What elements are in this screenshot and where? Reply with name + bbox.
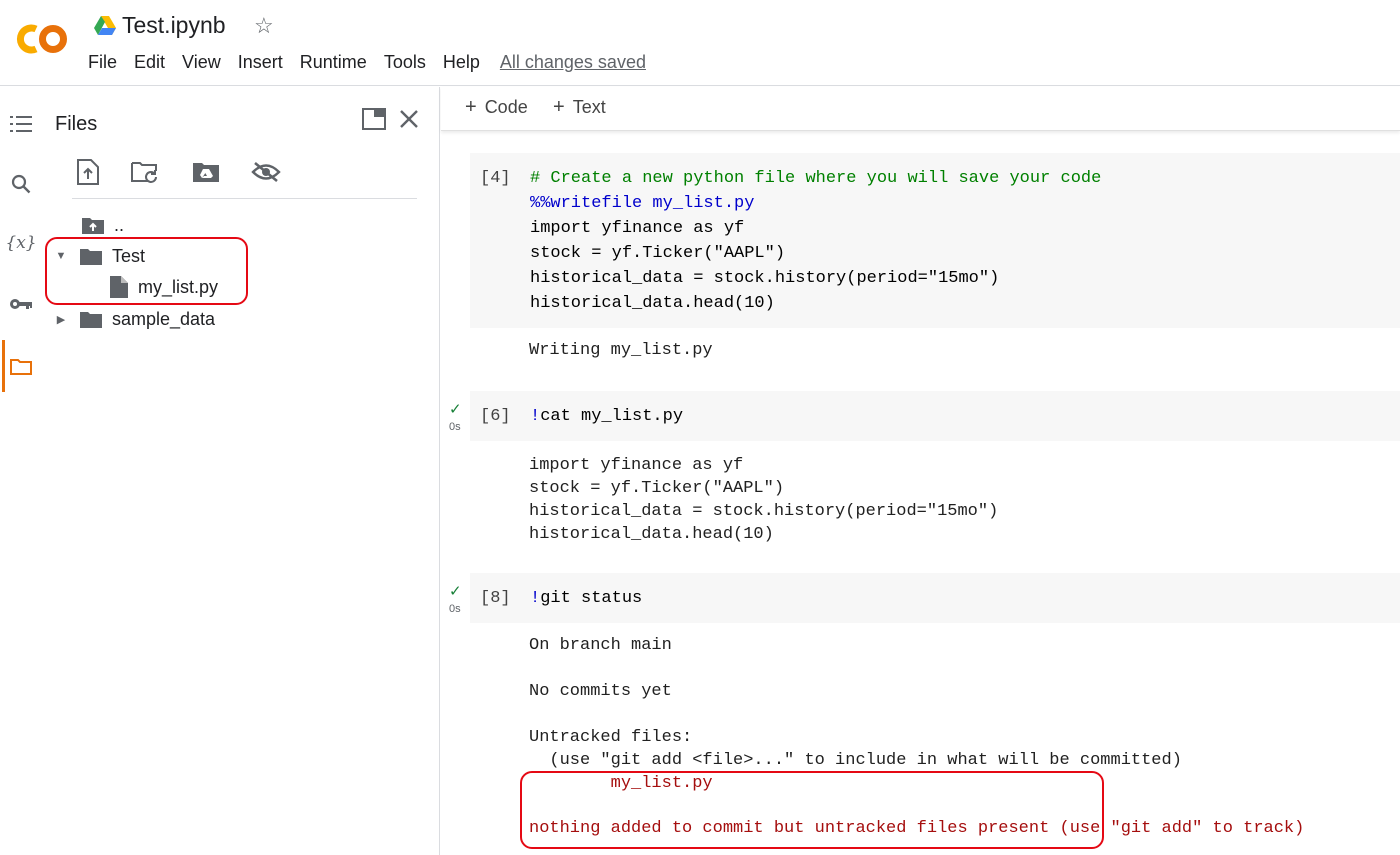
files-panel-title: Files — [55, 113, 98, 135]
files-toolbar — [72, 157, 417, 199]
files-panel: Files .. ▼ Test my_list.py ▶ sample_data — [42, 87, 440, 855]
folder-icon — [80, 310, 102, 328]
menu-tools[interactable]: Tools — [384, 52, 426, 73]
cell-output: On branch main — [529, 636, 672, 655]
execution-count: [4] — [480, 169, 511, 188]
colab-logo[interactable] — [14, 22, 70, 56]
menu-runtime[interactable]: Runtime — [300, 52, 367, 73]
cell-output: import yfinance as yf stock = yf.Ticker(… — [529, 456, 999, 544]
open-in-tab-icon[interactable] — [360, 105, 388, 133]
notebook-title[interactable]: Test.ipynb — [122, 12, 226, 39]
tree-item-label: sample_data — [112, 308, 216, 329]
hide-files-icon[interactable] — [250, 157, 282, 187]
highlight-annotation — [45, 237, 248, 305]
star-icon[interactable]: ☆ — [254, 13, 274, 39]
check-icon: ✓ — [449, 401, 462, 418]
add-code-button[interactable]: + Code — [465, 96, 528, 119]
save-status[interactable]: All changes saved — [500, 52, 646, 73]
folder-up-icon — [82, 216, 104, 234]
menu-bar: File Edit View Insert Runtime Tools Help… — [88, 52, 646, 73]
key-icon[interactable] — [8, 291, 34, 317]
menu-file[interactable]: File — [88, 52, 117, 73]
execution-count: [8] — [480, 589, 511, 608]
refresh-folder-icon[interactable] — [130, 157, 162, 187]
cell-code[interactable]: # Create a new python file where you wil… — [530, 166, 1101, 316]
left-rail: {x} — [0, 87, 42, 855]
tree-item-sample-data-folder[interactable]: ▶ sample_data — [54, 305, 215, 333]
code-cell[interactable]: [6] !cat my_list.py — [470, 391, 1400, 441]
folder-icon[interactable] — [8, 353, 34, 379]
add-text-button[interactable]: + Text — [553, 96, 606, 119]
exec-time: 0s — [449, 421, 461, 433]
search-icon[interactable] — [8, 171, 34, 197]
google-drive-icon — [94, 16, 116, 35]
notebook-toolbar: + Code + Text — [441, 87, 1400, 131]
variables-icon[interactable]: {x} — [5, 230, 36, 256]
tree-item-label: .. — [114, 214, 125, 235]
menu-insert[interactable]: Insert — [238, 52, 283, 73]
table-of-contents-icon[interactable] — [8, 111, 34, 137]
cell-output: (use "git add <file>..." to include in w… — [529, 751, 1182, 770]
mount-drive-icon[interactable] — [190, 157, 222, 187]
menu-help[interactable]: Help — [443, 52, 480, 73]
exec-time: 0s — [449, 603, 461, 615]
upload-file-icon[interactable] — [74, 157, 102, 187]
check-icon: ✓ — [449, 583, 462, 600]
menu-view[interactable]: View — [182, 52, 221, 73]
tree-item-parent[interactable]: .. — [82, 211, 124, 239]
caret-right-icon[interactable]: ▶ — [54, 313, 68, 326]
cell-output: Writing my_list.py — [529, 341, 713, 360]
close-icon[interactable] — [395, 105, 423, 133]
notebook-area: + Code + Text [4] # Create a new python fi… — [441, 87, 1400, 855]
execution-count: [6] — [480, 407, 511, 426]
cell-code[interactable]: !git status — [530, 586, 642, 611]
cell-output: Untracked files: — [529, 728, 693, 747]
code-cell[interactable]: [8] !git status — [470, 573, 1400, 623]
active-indicator — [2, 340, 5, 392]
highlight-annotation — [520, 771, 1104, 849]
code-cell[interactable]: [4] # Create a new python file where you… — [470, 153, 1400, 328]
cell-output: No commits yet — [529, 682, 672, 701]
menu-edit[interactable]: Edit — [134, 52, 165, 73]
cell-code[interactable]: !cat my_list.py — [530, 404, 683, 429]
app-header: Test.ipynb ☆ File Edit View Insert Runti… — [0, 0, 1400, 86]
